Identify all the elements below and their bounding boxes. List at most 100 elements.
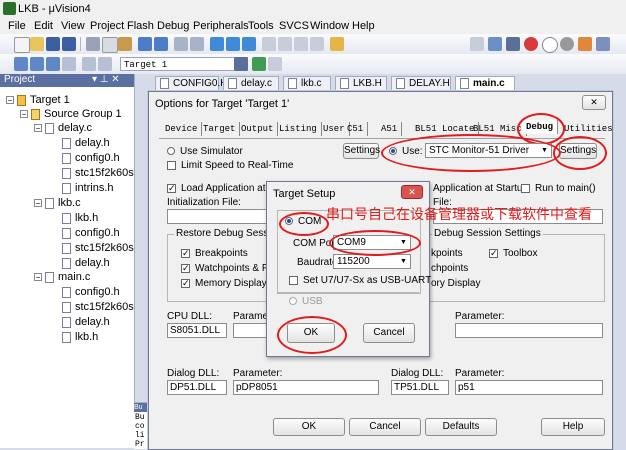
- debug-start-icon[interactable]: [506, 37, 520, 51]
- checkbox-icon[interactable]: ✓: [181, 263, 190, 273]
- collapse-icon[interactable]: −: [34, 273, 42, 282]
- tab-target[interactable]: Target: [199, 122, 241, 136]
- tree-include[interactable]: intrins.h: [62, 181, 114, 195]
- collapse-icon[interactable]: −: [34, 124, 42, 133]
- save-icon[interactable]: [46, 37, 60, 51]
- redo-icon[interactable]: [154, 37, 168, 51]
- batch-build-icon[interactable]: [62, 57, 76, 71]
- tree-include[interactable]: config0.h: [62, 226, 120, 240]
- chevron-down-icon[interactable]: ▼: [398, 256, 409, 267]
- checkbox-icon[interactable]: [167, 160, 176, 170]
- tab-delay-c[interactable]: delay.c: [223, 76, 279, 91]
- run-to-main-option[interactable]: Run to main(): [521, 183, 596, 194]
- tree-target[interactable]: − Target 1: [6, 93, 70, 107]
- dialog-param-right-input[interactable]: p51: [455, 380, 603, 395]
- menu-peripherals[interactable]: Peripherals: [193, 20, 249, 32]
- build-icon[interactable]: [30, 57, 44, 71]
- find-combo-icon[interactable]: [470, 37, 484, 51]
- tab-utilities[interactable]: Utilities: [560, 122, 617, 136]
- breakpoint-disable-icon[interactable]: [542, 37, 558, 53]
- checkbox-icon[interactable]: ✓: [167, 183, 176, 193]
- bookmark-prev-icon[interactable]: [226, 37, 240, 51]
- limit-speed-option[interactable]: Limit Speed to Real-Time: [167, 160, 293, 171]
- tree-include[interactable]: stc15f2k60s: [62, 241, 134, 255]
- cut-icon[interactable]: [86, 37, 100, 51]
- simulator-settings-button[interactable]: Settings: [343, 143, 380, 159]
- search-icon[interactable]: [488, 37, 502, 51]
- select-packs-icon[interactable]: [268, 57, 282, 71]
- comment-icon[interactable]: [294, 37, 308, 51]
- copy-icon[interactable]: [102, 37, 118, 53]
- bookmark-next-icon[interactable]: [242, 37, 256, 51]
- menu-tools[interactable]: Tools: [248, 20, 274, 32]
- breakpoints-option[interactable]: ✓ Breakpoints: [181, 248, 248, 259]
- tab-device[interactable]: Device: [161, 122, 203, 136]
- undo-icon[interactable]: [138, 37, 152, 51]
- checkbox-icon[interactable]: ✓: [181, 278, 190, 288]
- find-in-files-icon[interactable]: [330, 37, 344, 51]
- radio-icon[interactable]: [167, 147, 175, 156]
- nav-back-icon[interactable]: [174, 37, 188, 51]
- tree-include[interactable]: stc15f2k60s: [62, 300, 134, 314]
- window-config-icon[interactable]: [578, 37, 592, 51]
- defaults-button[interactable]: Defaults: [425, 418, 497, 436]
- tab-config0-h[interactable]: CONFIG0.H: [155, 76, 227, 91]
- checkbox-icon[interactable]: [521, 183, 530, 193]
- target-select[interactable]: Target 1: [120, 57, 248, 71]
- memory-display-option[interactable]: ✓ Memory Display: [181, 278, 267, 289]
- checkbox-icon[interactable]: ✓: [489, 248, 498, 258]
- tree-file-main-c[interactable]: − main.c: [34, 270, 90, 284]
- indent-icon[interactable]: [262, 37, 276, 51]
- tree-group[interactable]: − Source Group 1: [20, 107, 122, 121]
- stop-build-icon[interactable]: [98, 57, 112, 71]
- menu-file[interactable]: File: [8, 20, 26, 32]
- cpu-dll-input[interactable]: S8051.DLL: [167, 323, 227, 338]
- tab-c51[interactable]: C51: [343, 122, 369, 136]
- manage-components-icon[interactable]: [252, 57, 266, 71]
- dialog-dll-right-input[interactable]: TP51.DLL: [391, 380, 449, 395]
- menu-view[interactable]: View: [61, 20, 85, 32]
- unindent-icon[interactable]: [278, 37, 292, 51]
- bookmark-icon[interactable]: [210, 37, 224, 51]
- use-simulator-option[interactable]: Use Simulator: [167, 146, 243, 157]
- breakpoint-icon[interactable]: [524, 37, 538, 51]
- open-folder-icon[interactable]: [30, 37, 44, 51]
- tree-include[interactable]: lkb.h: [62, 330, 98, 344]
- tree-include[interactable]: config0.h: [62, 285, 120, 299]
- tab-main-c[interactable]: main.c: [455, 76, 515, 91]
- paste-icon[interactable]: [118, 37, 132, 51]
- toolbox-option[interactable]: ✓ Toolbox: [489, 248, 537, 259]
- tab-lkb-h[interactable]: LKB.H: [335, 76, 387, 91]
- target-options-icon[interactable]: [234, 57, 248, 71]
- baudrate-select[interactable]: 115200 ▼: [333, 254, 411, 269]
- help-button[interactable]: Help: [541, 418, 605, 436]
- setup-cancel-button[interactable]: Cancel: [363, 323, 415, 343]
- checkbox-icon[interactable]: ✓: [181, 248, 190, 258]
- more-options-icon[interactable]: [596, 37, 610, 51]
- tab-output[interactable]: Output: [237, 122, 279, 136]
- cancel-button[interactable]: Cancel: [349, 418, 421, 436]
- tree-include[interactable]: delay.h: [62, 136, 110, 150]
- menu-window[interactable]: Window: [310, 20, 349, 32]
- collapse-icon[interactable]: −: [34, 199, 42, 208]
- tree-include[interactable]: delay.h: [62, 315, 110, 329]
- pane-controls-icon[interactable]: ▾ ⊥ ✕: [92, 74, 120, 85]
- tab-a51[interactable]: A51: [377, 122, 403, 136]
- tree-include[interactable]: delay.h: [62, 256, 110, 270]
- menu-project[interactable]: Project: [90, 20, 124, 32]
- close-icon[interactable]: ✕: [582, 95, 606, 110]
- driver-param-input[interactable]: [455, 323, 603, 338]
- usb-uart-option[interactable]: Set U7/U7-Sx as USB-UART: [289, 275, 431, 286]
- tree-include[interactable]: stc15f2k60s: [62, 166, 134, 180]
- menu-debug[interactable]: Debug: [157, 20, 189, 32]
- tree-file-delay-c[interactable]: − delay.c: [34, 121, 92, 135]
- tab-delay-h[interactable]: DELAY.H: [391, 76, 451, 91]
- menu-edit[interactable]: Edit: [34, 20, 53, 32]
- translate-icon[interactable]: [14, 57, 28, 71]
- breakpoint-kill-icon[interactable]: [560, 37, 574, 51]
- download-icon[interactable]: [82, 57, 96, 71]
- checkbox-icon[interactable]: [289, 275, 298, 285]
- nav-forward-icon[interactable]: [190, 37, 204, 51]
- close-icon[interactable]: ✕: [401, 185, 423, 199]
- collapse-icon[interactable]: −: [6, 96, 14, 105]
